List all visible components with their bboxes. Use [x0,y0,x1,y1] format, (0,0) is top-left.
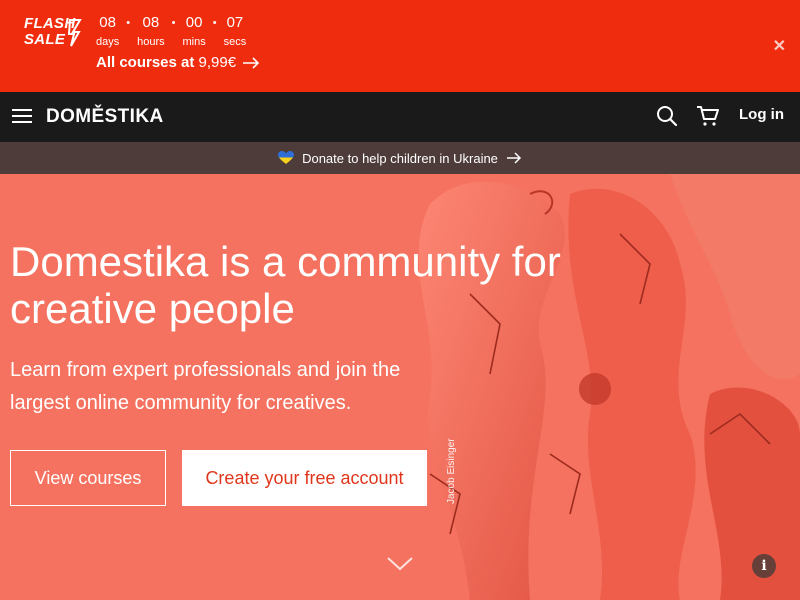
ukraine-donation-bar[interactable]: Donate to help children in Ukraine [0,142,800,174]
lightning-icon [68,19,82,47]
countdown-label: hours [137,36,165,48]
arrow-right-icon [243,56,260,69]
hero-section: Domestika is a community for creative pe… [0,174,800,600]
info-icon[interactable]: i [752,554,776,578]
countdown-hours: 08 hours [137,14,165,49]
countdown-value: 08 [142,14,160,31]
countdown-value: 08 [99,14,116,31]
countdown-label: days [96,36,120,48]
countdown-secs: 07 secs [224,14,247,49]
heart-icon [278,151,295,164]
countdown-timer: 08 days • 08 hours • 00 mins • 07 secs [96,14,246,49]
cart-icon[interactable] [696,105,720,127]
offer-prefix: All courses at [96,54,195,71]
flash-sale-logo: FLASH SALE [24,16,84,50]
domestika-logo[interactable]: DOMĚSTIKA [46,106,164,128]
login-link[interactable]: Log in [739,106,784,123]
countdown-separator: • [126,17,131,29]
countdown-days: 08 days [96,14,119,49]
countdown-separator: • [171,17,176,29]
countdown-label: mins [182,36,206,48]
image-credit: Jacob Eisinger [446,438,457,504]
close-icon[interactable]: ✕ [773,36,786,56]
offer-price: 9,99€ [198,54,237,71]
countdown-label: secs [223,36,247,48]
countdown-separator: • [212,17,217,29]
arrow-right-icon [506,152,521,164]
view-courses-button[interactable]: View courses [10,450,166,506]
top-navbar: DOMĚSTIKA [0,92,800,142]
create-account-button[interactable]: Create your free account [182,450,427,506]
search-icon[interactable] [656,105,678,127]
chevron-down-icon[interactable] [386,556,414,572]
hero-subtitle: Learn from expert professionals and join… [10,359,401,414]
countdown-value: 07 [226,14,244,31]
hamburger-icon[interactable] [12,109,32,124]
countdown-mins: 00 mins [183,14,206,49]
hero-title: Domestika is a community for creative pe… [10,238,561,332]
flash-sale-banner[interactable]: FLASH SALE 08 days • 08 hours • 00 mins … [0,0,800,92]
countdown-value: 00 [185,14,203,31]
donate-text: Donate to help children in Ukraine [302,150,498,166]
flash-sale-offer-link[interactable]: All courses at 9,99€ [96,54,260,71]
